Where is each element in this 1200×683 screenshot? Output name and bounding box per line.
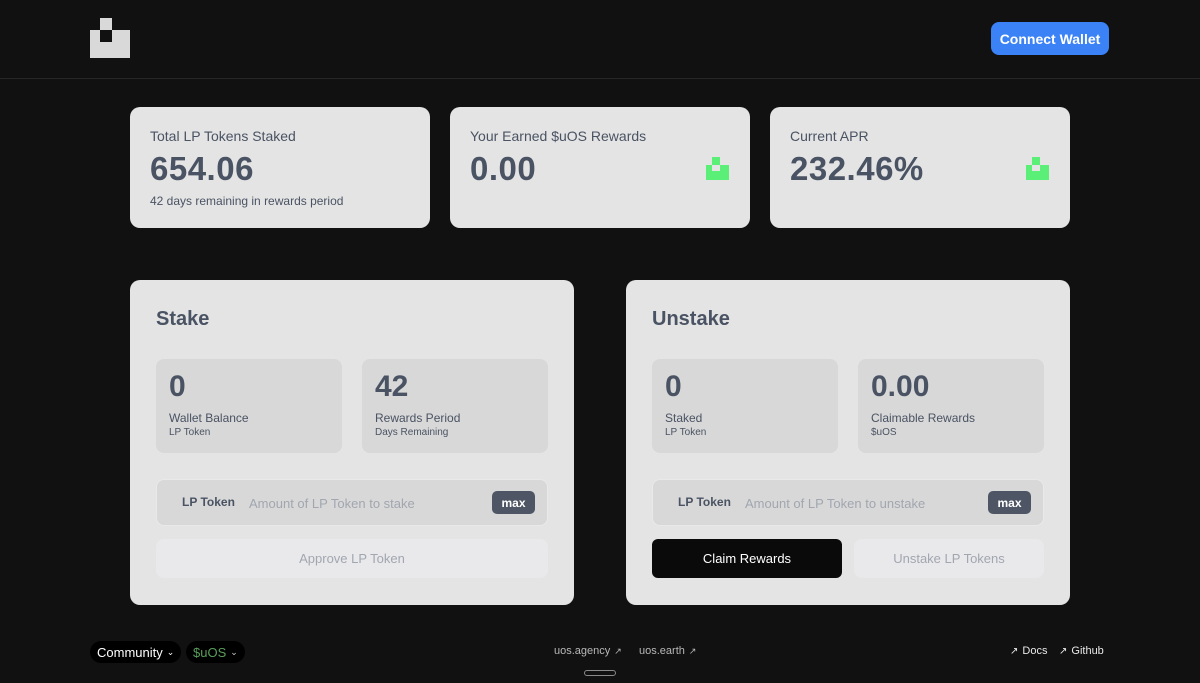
stake-title: Stake (156, 308, 210, 330)
rewards-period-unit: Days Remaining (375, 427, 449, 438)
total-staked-card: Total LP Tokens Staked 654.06 42 days re… (130, 107, 430, 228)
uos-logo-icon (706, 157, 729, 180)
docs-link[interactable]: ↗ Docs (1010, 645, 1047, 657)
wallet-balance-label: Wallet Balance (169, 411, 249, 425)
unstake-panel: Unstake 0 Staked LP Token 0.00 Claimable… (626, 280, 1070, 605)
community-dropdown[interactable]: Community ⌄ (90, 641, 182, 663)
earned-rewards-value: 0.00 (470, 150, 537, 187)
rewards-period-value: 42 (375, 370, 409, 403)
github-label: Github (1071, 645, 1104, 657)
home-indicator (584, 670, 616, 676)
total-staked-value: 654.06 (150, 150, 254, 187)
stake-max-button[interactable]: max (492, 491, 535, 514)
docs-label: Docs (1022, 645, 1048, 657)
staked-box: 0 Staked LP Token (652, 359, 838, 453)
approve-lp-token-button[interactable]: Approve LP Token (156, 539, 548, 578)
uos-token-label: $uOS (193, 644, 227, 660)
uos-earth-link[interactable]: uos.earth ↗ (639, 645, 696, 657)
chevron-down-icon: ⌄ (166, 646, 175, 657)
current-apr-card: Current APR 232.46% (770, 107, 1070, 228)
current-apr-value: 232.46% (790, 150, 924, 187)
earned-rewards-card: Your Earned $uOS Rewards 0.00 (450, 107, 750, 228)
community-label: Community (97, 644, 163, 660)
unstake-amount-input[interactable] (745, 492, 975, 514)
total-staked-label: Total LP Tokens Staked (150, 128, 296, 144)
unstake-max-button[interactable]: max (988, 491, 1031, 514)
rewards-period-note: 42 days remaining in rewards period (150, 194, 344, 208)
stake-amount-input[interactable] (249, 492, 479, 514)
connect-wallet-button[interactable]: Connect Wallet (991, 22, 1109, 55)
wallet-balance-box: 0 Wallet Balance LP Token (156, 359, 342, 453)
uos-earth-label: uos.earth (639, 645, 685, 657)
claimable-rewards-value: 0.00 (871, 370, 930, 403)
current-apr-label: Current APR (790, 128, 869, 144)
uos-agency-label: uos.agency (554, 645, 611, 657)
earned-rewards-label: Your Earned $uOS Rewards (470, 128, 647, 144)
wallet-balance-unit: LP Token (169, 427, 211, 438)
uos-agency-link[interactable]: uos.agency ↗ (554, 645, 622, 657)
staked-unit: LP Token (665, 427, 707, 438)
external-link-icon: ↗ (614, 646, 622, 656)
stake-panel: Stake 0 Wallet Balance LP Token 42 Rewar… (130, 280, 574, 605)
stake-token-prefix: LP Token (182, 495, 235, 509)
external-link-icon: ↗ (688, 646, 697, 656)
rewards-period-label: Rewards Period (375, 411, 461, 425)
unstake-title: Unstake (652, 308, 730, 330)
unstake-token-prefix: LP Token (678, 495, 731, 509)
staked-label: Staked (665, 411, 703, 425)
github-link[interactable]: ↗ Github (1059, 645, 1104, 657)
external-link-icon: ↗ (1010, 646, 1019, 657)
uos-token-dropdown[interactable]: $uOS ⌄ (186, 641, 245, 663)
claimable-rewards-box: 0.00 Claimable Rewards $uOS (858, 359, 1044, 453)
wallet-balance-value: 0 (169, 370, 186, 403)
staked-value: 0 (665, 370, 682, 403)
external-link-icon: ↗ (1059, 646, 1068, 657)
unstake-amount-row: LP Token max (652, 479, 1044, 526)
chevron-down-icon: ⌄ (230, 646, 238, 657)
stake-amount-row: LP Token max (156, 479, 548, 526)
unstake-lp-tokens-button[interactable]: Unstake LP Tokens (854, 539, 1044, 578)
claimable-rewards-label: Claimable Rewards (871, 411, 976, 425)
top-bar: Connect Wallet (0, 0, 1200, 79)
uos-logo-icon (1026, 157, 1049, 180)
claim-rewards-button[interactable]: Claim Rewards (652, 539, 842, 578)
claimable-rewards-unit: $uOS (871, 427, 897, 438)
rewards-period-box: 42 Rewards Period Days Remaining (362, 359, 548, 453)
uos-logo-icon[interactable] (90, 18, 130, 58)
